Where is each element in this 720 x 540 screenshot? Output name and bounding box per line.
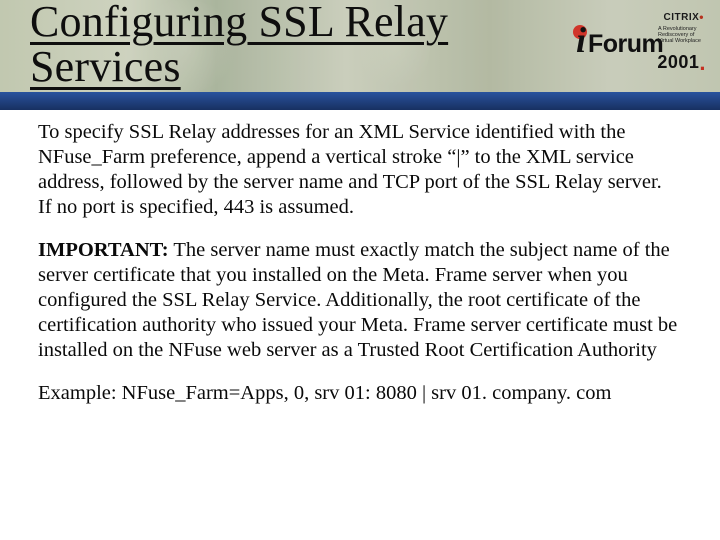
year-number: 2001 (657, 52, 699, 72)
header-divider (0, 92, 720, 110)
iforum-text: Forum (588, 30, 663, 59)
slide: Configuring SSL Relay Services CITRIX• i… (0, 0, 720, 540)
paragraph-example: Example: NFuse_Farm=Apps, 0, srv 01: 808… (38, 381, 678, 406)
logo-year: 2001. (657, 52, 706, 73)
logo-tagline: A Revolutionary Rediscovery of Virtual W… (658, 26, 708, 44)
important-label: IMPORTANT: (38, 239, 169, 261)
slide-body: To specify SSL Relay addresses for an XM… (38, 120, 678, 424)
slide-title: Configuring SSL Relay Services (30, 0, 570, 90)
iforum-i-glyph: i (576, 22, 586, 58)
paragraph-intro: To specify SSL Relay addresses for an XM… (38, 120, 678, 220)
year-dot-icon: . (699, 50, 706, 75)
paragraph-important: IMPORTANT: The server name must exactly … (38, 238, 678, 363)
conference-logo: CITRIX• i Forum A Revolutionary Rediscov… (576, 10, 708, 74)
